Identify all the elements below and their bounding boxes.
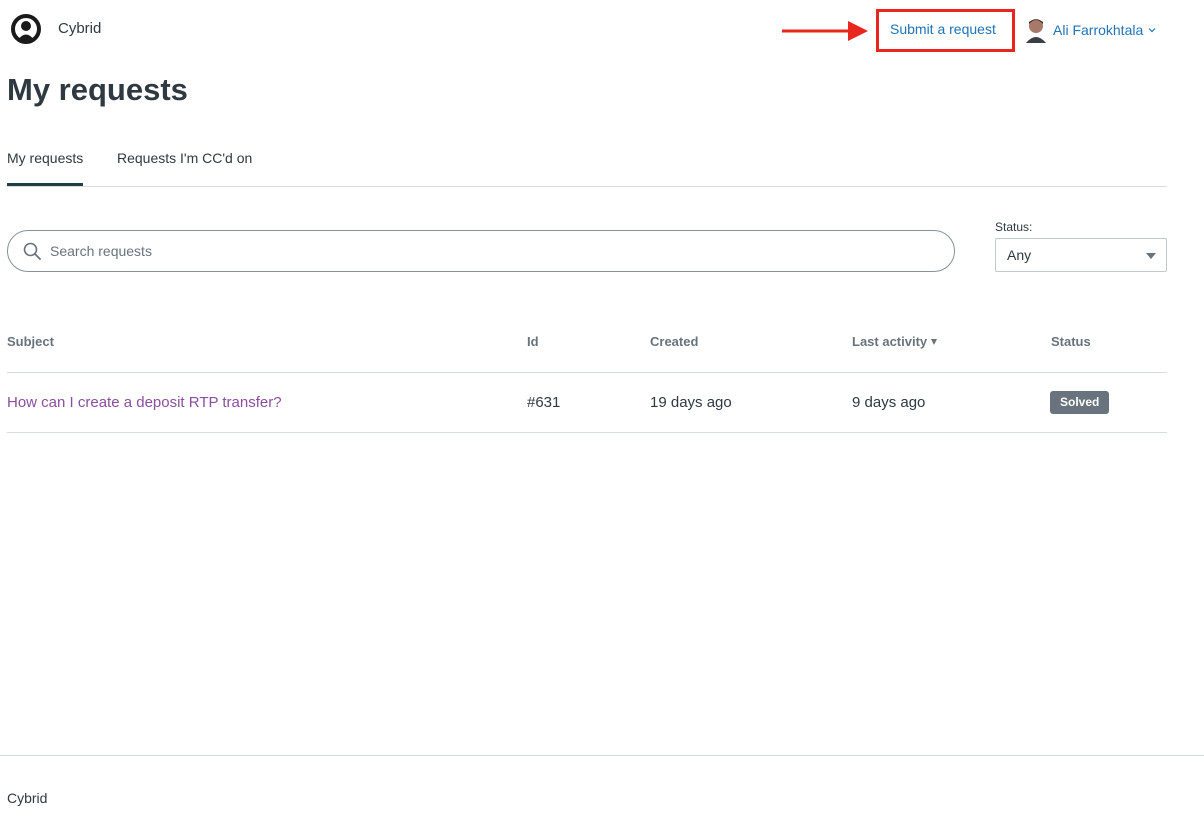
- column-header-created[interactable]: Created: [650, 334, 698, 349]
- header: Cybrid Submit a request Ali Farrokhtala: [0, 0, 1204, 60]
- search-icon: [23, 242, 41, 260]
- status-badge: Solved: [1050, 391, 1110, 414]
- sort-desc-icon: [931, 339, 938, 345]
- user-name: Ali Farrokhtala: [1053, 22, 1144, 38]
- table-row: How can I create a deposit RTP transfer?…: [7, 373, 1167, 433]
- red-arrow-annotation: [782, 21, 868, 41]
- search-box[interactable]: [7, 230, 955, 272]
- footer-brand-link[interactable]: Cybrid: [7, 790, 47, 806]
- column-header-last-activity-label: Last activity: [852, 334, 928, 349]
- status-select-value: Any: [1007, 247, 1032, 263]
- request-subject-link[interactable]: How can I create a deposit RTP transfer?: [7, 394, 282, 411]
- avatar: [1026, 19, 1046, 43]
- chevron-down-icon: [1148, 28, 1156, 33]
- status-filter-label: Status:: [995, 220, 1033, 234]
- table-header: Subject Id Created Last activity Status: [7, 322, 1167, 373]
- tab-my-requests[interactable]: My requests: [7, 150, 84, 186]
- tab-requests-cc[interactable]: Requests I'm CC'd on: [117, 150, 252, 183]
- tabs: My requests Requests I'm CC'd on: [7, 140, 1167, 187]
- column-header-id[interactable]: Id: [527, 334, 539, 349]
- search-input[interactable]: [48, 239, 938, 263]
- page-title: My requests: [7, 72, 188, 107]
- user-menu[interactable]: Ali Farrokhtala: [1025, 17, 1156, 43]
- footer: Cybrid: [0, 755, 1204, 816]
- submit-request-link[interactable]: Submit a request: [890, 21, 996, 37]
- brand-name[interactable]: Cybrid: [58, 20, 101, 37]
- request-id: #631: [527, 394, 561, 411]
- column-header-status[interactable]: Status: [1051, 334, 1091, 349]
- request-created: 19 days ago: [650, 394, 732, 411]
- select-arrow-icon: [1146, 253, 1156, 259]
- request-last-activity: 9 days ago: [852, 394, 926, 411]
- column-header-subject[interactable]: Subject: [7, 334, 54, 349]
- status-select[interactable]: Any: [995, 238, 1167, 272]
- column-header-last-activity[interactable]: Last activity: [852, 334, 938, 349]
- cybrid-logo-icon[interactable]: [10, 14, 42, 44]
